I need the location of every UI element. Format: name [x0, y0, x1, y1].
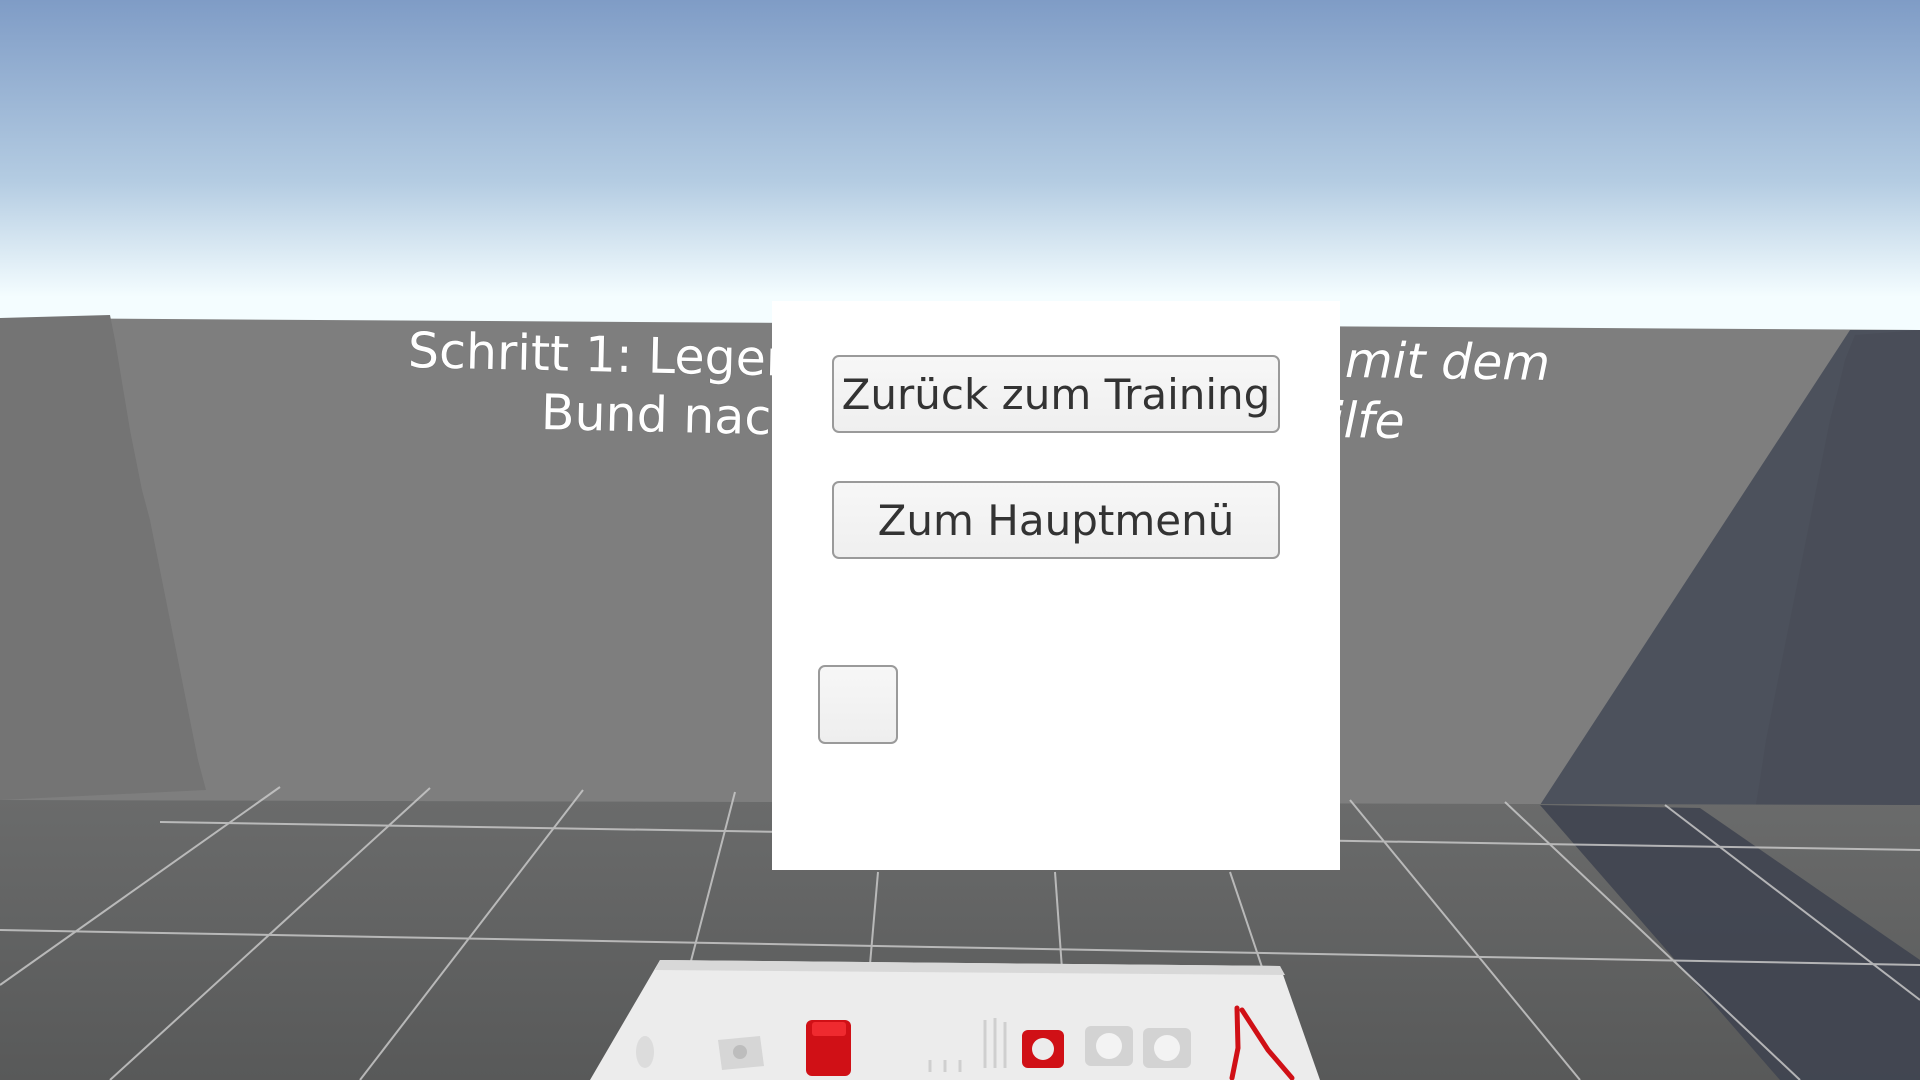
- instruction-hint-line-1: mit dem: [1344, 332, 1551, 392]
- option-toggle-box[interactable]: [818, 665, 898, 744]
- part-bolt: [636, 1036, 654, 1068]
- table-top: [590, 960, 1320, 1080]
- parts-table: [590, 960, 1320, 1080]
- sky: [0, 0, 1920, 330]
- main-menu-button[interactable]: Zum Hauptmenü: [832, 481, 1280, 559]
- back-to-training-button[interactable]: Zurück zum Training: [832, 355, 1280, 433]
- part-grey-ring-1-hole: [1096, 1033, 1122, 1059]
- part-grey-ring-2-hole: [1154, 1035, 1180, 1061]
- pause-menu-panel: Zurück zum Training Zum Hauptmenü: [772, 301, 1340, 870]
- part-red-block-top: [812, 1022, 846, 1036]
- instruction-hint-line-2: ilfe: [1329, 392, 1406, 451]
- part-plate-hole: [733, 1045, 747, 1059]
- part-red-ring-hole: [1032, 1038, 1054, 1060]
- instruction-text-line-2: Bund nach: [540, 384, 804, 447]
- instruction-text-line-1: Schritt 1: Legen: [407, 322, 798, 388]
